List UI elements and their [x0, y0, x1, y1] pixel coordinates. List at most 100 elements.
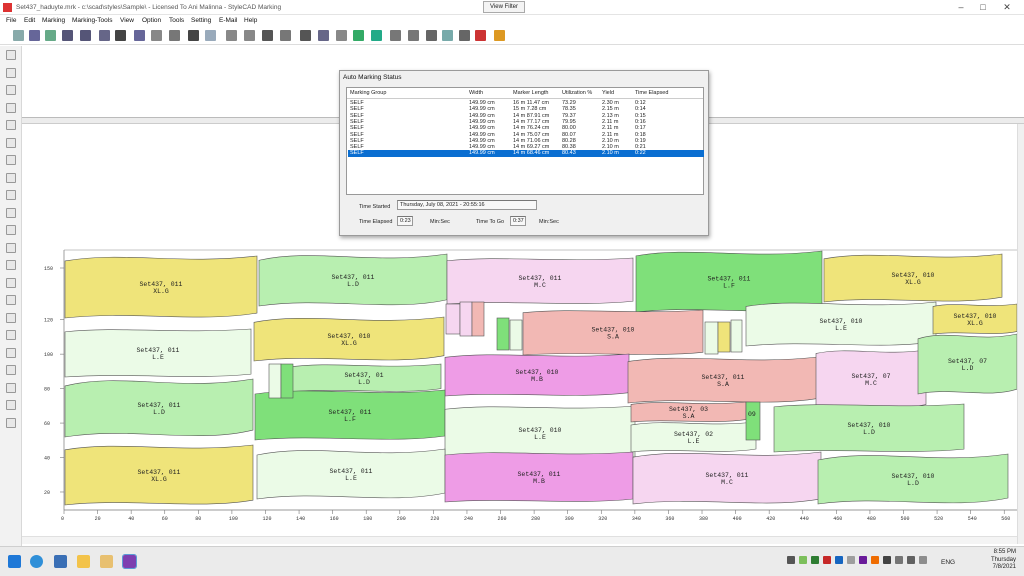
tray-app-icon[interactable] [823, 556, 831, 564]
move-tool-icon[interactable] [6, 85, 16, 95]
menu-email[interactable]: E-Mail [219, 17, 237, 24]
print-icon[interactable] [115, 30, 126, 41]
vertical-scrollbar[interactable] [1017, 124, 1024, 544]
align-tool-icon[interactable] [6, 330, 16, 340]
pattern-piece[interactable]: Set437, 011M.B [444, 451, 634, 503]
open-file-icon[interactable] [29, 30, 40, 41]
table-icon[interactable] [226, 30, 237, 41]
col-width[interactable]: Width [469, 90, 483, 96]
prev-icon[interactable] [62, 30, 73, 41]
rotate-tool-icon[interactable] [6, 102, 16, 113]
line-tool-icon[interactable] [6, 225, 16, 235]
pattern-piece[interactable]: Set437, 010L.E [745, 301, 937, 347]
menu-option[interactable]: Option [142, 17, 161, 24]
volume-icon[interactable] [907, 556, 915, 564]
pattern-piece[interactable]: Set437, 02L.E [630, 421, 757, 453]
pattern-strip[interactable] [471, 301, 485, 337]
pattern-strip[interactable] [509, 319, 523, 351]
menu-file[interactable]: File [6, 17, 16, 24]
lock-tool-icon[interactable] [6, 382, 16, 393]
network-icon[interactable] [895, 556, 903, 564]
pattern-piece[interactable]: Set437, 01L.D [286, 363, 442, 393]
pattern-piece[interactable]: Set437, 010XL.G [932, 303, 1018, 335]
copy-icon[interactable] [99, 30, 110, 41]
mail-icon[interactable] [408, 30, 419, 41]
measure-icon[interactable] [300, 30, 311, 41]
paint-app-icon[interactable] [100, 555, 113, 568]
image-icon[interactable] [442, 30, 453, 41]
pattern-strip[interactable] [459, 301, 473, 337]
col-marker-length[interactable]: Marker Length [513, 90, 548, 96]
pattern-piece[interactable]: Set437, 03S.A [630, 401, 747, 423]
color-icon[interactable] [459, 30, 470, 41]
menu-edit[interactable]: Edit [24, 17, 35, 24]
menu-marking-tools[interactable]: Marking-Tools [72, 17, 112, 24]
cut-icon[interactable] [134, 30, 145, 41]
pattern-piece[interactable]: Set437, 010M.B [444, 353, 630, 397]
pattern-piece[interactable]: Set437, 010L.D [817, 453, 1009, 505]
horizontal-scrollbar[interactable] [22, 536, 1017, 544]
menu-marking[interactable]: Marking [42, 17, 65, 24]
new-file-icon[interactable] [13, 30, 24, 41]
pattern-piece[interactable]: Set437, 011L.D [64, 378, 254, 438]
pattern-strip[interactable] [280, 363, 294, 399]
paste-icon[interactable] [151, 30, 162, 41]
pattern-piece[interactable]: Set437, 011S.A [627, 356, 819, 404]
pattern-icon[interactable] [262, 30, 273, 41]
help-icon[interactable] [494, 30, 505, 41]
shape-tool-icon[interactable] [6, 207, 16, 218]
pattern-strip[interactable] [730, 319, 743, 353]
menu-tools[interactable]: Tools [169, 17, 184, 24]
file-explorer-icon[interactable] [77, 555, 90, 568]
pattern-strip[interactable] [717, 321, 731, 353]
pattern-piece[interactable]: Set437, 010L.E [444, 405, 636, 461]
pattern-piece[interactable]: Set437, 011XL.G [64, 444, 254, 506]
pattern-piece[interactable]: Set437, 010XL.G [823, 253, 1003, 303]
flip-tool-icon[interactable] [6, 120, 16, 130]
fold-tool-icon[interactable] [6, 277, 16, 288]
pattern-piece[interactable]: Set437, 010XL.G [253, 316, 445, 362]
pen-tray-icon[interactable] [787, 556, 795, 564]
col-utilization[interactable]: Utilization % [562, 90, 592, 96]
mirror-tool-icon[interactable] [6, 365, 16, 375]
copy-tool-icon[interactable] [6, 172, 16, 183]
pattern-piece[interactable]: Set437, 011XL.G [64, 255, 258, 319]
zoom-tool-icon[interactable] [6, 190, 16, 200]
auto-mark-icon[interactable] [353, 30, 364, 41]
menu-view[interactable]: View [120, 17, 134, 24]
pattern-piece[interactable]: Set437, 011L.E [64, 328, 252, 378]
edge-browser-icon[interactable] [30, 555, 43, 568]
pattern-strip[interactable] [268, 363, 282, 399]
close-icon[interactable]: ✕ [996, 2, 1018, 13]
save-icon[interactable] [45, 30, 56, 41]
select-tool-icon[interactable] [6, 50, 16, 60]
col-time-elapsed[interactable]: Time Elapsed [635, 90, 668, 96]
table-row[interactable]: SELF 149.99 cm 14 m 68.46 cm 80.43 2.10 m 0:2… [348, 150, 704, 158]
export-icon[interactable] [169, 30, 180, 41]
plot-icon[interactable] [371, 30, 382, 41]
pattern-piece[interactable]: Set437, 011M.C [446, 257, 634, 305]
zoom-icon[interactable] [318, 30, 329, 41]
next-icon[interactable] [80, 30, 91, 41]
grid-icon[interactable] [244, 30, 255, 41]
word-app-icon[interactable] [54, 555, 67, 568]
redo-icon[interactable] [205, 30, 216, 41]
menu-setting[interactable]: Setting [191, 17, 211, 24]
pan-icon[interactable] [336, 30, 347, 41]
tray-app-icon[interactable] [871, 556, 879, 564]
cut-tool-icon[interactable] [6, 155, 16, 165]
minimize-icon[interactable]: – [950, 2, 972, 13]
col-marking-group[interactable]: Marking Group [350, 90, 386, 96]
tray-app-icon[interactable] [883, 556, 891, 564]
undo-icon[interactable] [188, 30, 199, 41]
tray-app-icon[interactable] [847, 556, 855, 564]
group-tool-icon[interactable] [6, 312, 16, 323]
marking-status-table[interactable]: Marking Group Width Marker Length Utiliz… [346, 87, 704, 195]
clock[interactable]: 8:55 PM Thursday 7/8/2021 [991, 549, 1016, 572]
language-indicator[interactable]: ENG [941, 559, 955, 566]
grade-tool-icon[interactable] [6, 137, 16, 148]
view-filter-button[interactable]: View Filter [483, 1, 525, 13]
delete-tool-icon[interactable] [6, 417, 16, 428]
pattern-piece[interactable]: Set437, 011L.D [258, 253, 448, 307]
flag-icon[interactable] [475, 30, 486, 41]
